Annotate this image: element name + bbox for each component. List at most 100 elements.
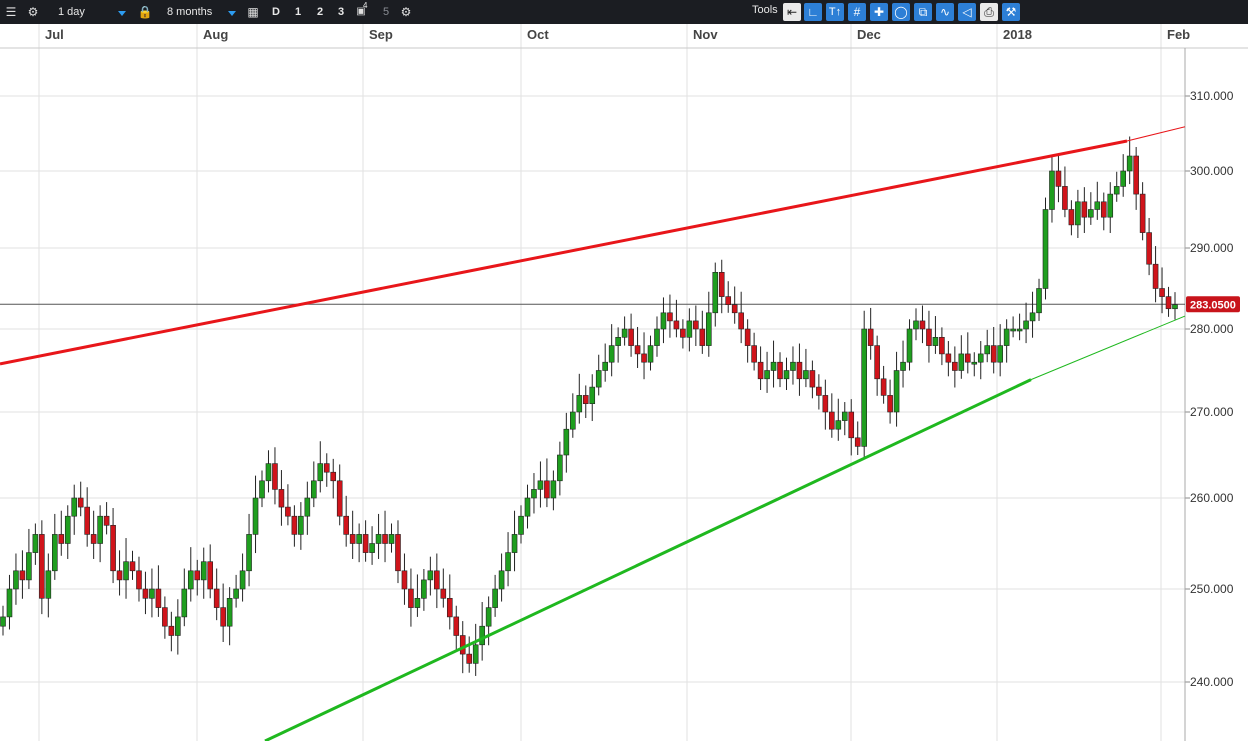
candle-up [1049,170,1055,210]
label-icon[interactable]: ◁ [958,3,976,21]
candle-up [369,543,375,553]
candle-up [932,336,939,346]
interval-dropdown-icon[interactable] [118,11,126,16]
candle-down [829,411,835,430]
candle-up [835,420,842,430]
x-tick-label: Feb [1167,27,1190,42]
layout-5-button[interactable]: 5 [383,2,389,22]
candle-down [168,625,175,636]
candle-up [32,534,39,553]
grid-icon[interactable]: # [848,3,866,21]
interval-select[interactable]: 1 day [58,2,85,22]
candle-down [155,588,162,608]
candle-up [311,480,317,499]
candle-down [816,386,822,396]
range-dropdown-icon[interactable] [228,11,236,16]
candle-up [770,361,777,371]
candle-down [343,515,349,535]
indicator-icon[interactable]: ∿ [936,3,954,21]
candle-up [686,320,693,338]
candle-down [1133,155,1139,195]
draw-icon[interactable]: ◯ [892,3,910,21]
lock-icon[interactable]: 🔒 [136,3,154,21]
candle-down [401,570,408,590]
candle-up [1094,201,1101,210]
candle-up [1029,312,1036,322]
layout-2-button[interactable]: 2 [317,2,323,22]
layout-3-button[interactable]: 3 [338,2,344,22]
candle-up [356,534,362,544]
candle-up [375,534,382,544]
layout-1-button[interactable]: 1 [295,2,301,22]
candle-up [783,370,790,380]
candle-up [557,454,563,482]
candle-up [26,552,32,581]
candle-down [207,561,214,590]
settings-gear-icon[interactable]: ⚙ [397,3,415,21]
candle-up [479,625,485,646]
candle-up [570,411,576,430]
candle-up [971,361,978,365]
current-price-label: 283.0500 [1190,299,1236,311]
y-tick-label: 240.000 [1190,675,1234,689]
candle-down [796,361,803,380]
candle-down [278,489,285,508]
candle-down [1100,201,1107,218]
y-tick-label: 250.000 [1190,582,1234,596]
timeframe-d-button[interactable]: D [272,2,280,22]
candle-up [524,497,531,517]
layout-4-button[interactable]: 4 [363,0,367,16]
candle-up [414,597,421,608]
range-select[interactable]: 8 months [167,2,212,22]
price-chart[interactable]: Jul Aug Sep Oct Nov Dec 2018 Feb 240.000 250.000… [0,24,1248,741]
candle-up [893,370,900,413]
candle-up [175,616,181,636]
crosshair-icon[interactable]: ✚ [870,3,888,21]
candle-down [1139,193,1146,233]
candle-up [13,570,19,590]
candle-down [453,616,460,636]
candle-up [531,489,537,499]
candle-down [129,561,136,572]
candle-down [194,570,201,581]
candle-down [952,361,958,371]
candle-up [187,570,194,590]
candle-down [673,320,680,330]
candle-down [84,506,90,535]
candle-up [1126,155,1133,172]
calendar-icon[interactable]: ▦ [244,3,262,21]
candle-up [602,361,608,371]
candle-up [958,353,965,371]
candle-down [39,534,45,599]
candle-down [693,320,699,330]
undo-icon[interactable]: ⇤ [783,3,801,21]
candle-down [291,515,298,535]
list-icon[interactable]: ☰ [2,3,20,21]
candle-up [977,353,984,363]
print-icon[interactable]: ⎙ [980,3,998,21]
candle-up [388,534,395,544]
candle-down [777,361,783,380]
candle-up [1088,209,1094,218]
gear-icon[interactable]: ⚙ [24,3,42,21]
candle-up [654,328,660,346]
curve-icon[interactable]: ∟ [804,3,822,21]
candle-down [58,534,65,544]
candle-down [90,534,97,544]
x-tick-label: Dec [857,27,881,42]
wrench-icon[interactable]: ⚒ [1002,3,1020,21]
candle-up [900,361,906,371]
candle-up [317,463,324,482]
candle-down [880,378,887,396]
candle-down [162,607,168,627]
candle-down [1152,263,1159,289]
candle-up [233,588,239,599]
compare-icon[interactable]: ⧉ [914,3,932,21]
candle-down [349,534,356,544]
candle-up [149,588,155,599]
candle-down [19,570,26,581]
candle-down [887,395,893,413]
text-tool-icon[interactable]: T↑ [826,3,844,21]
candle-up [485,607,492,627]
candle-up [1036,288,1042,314]
